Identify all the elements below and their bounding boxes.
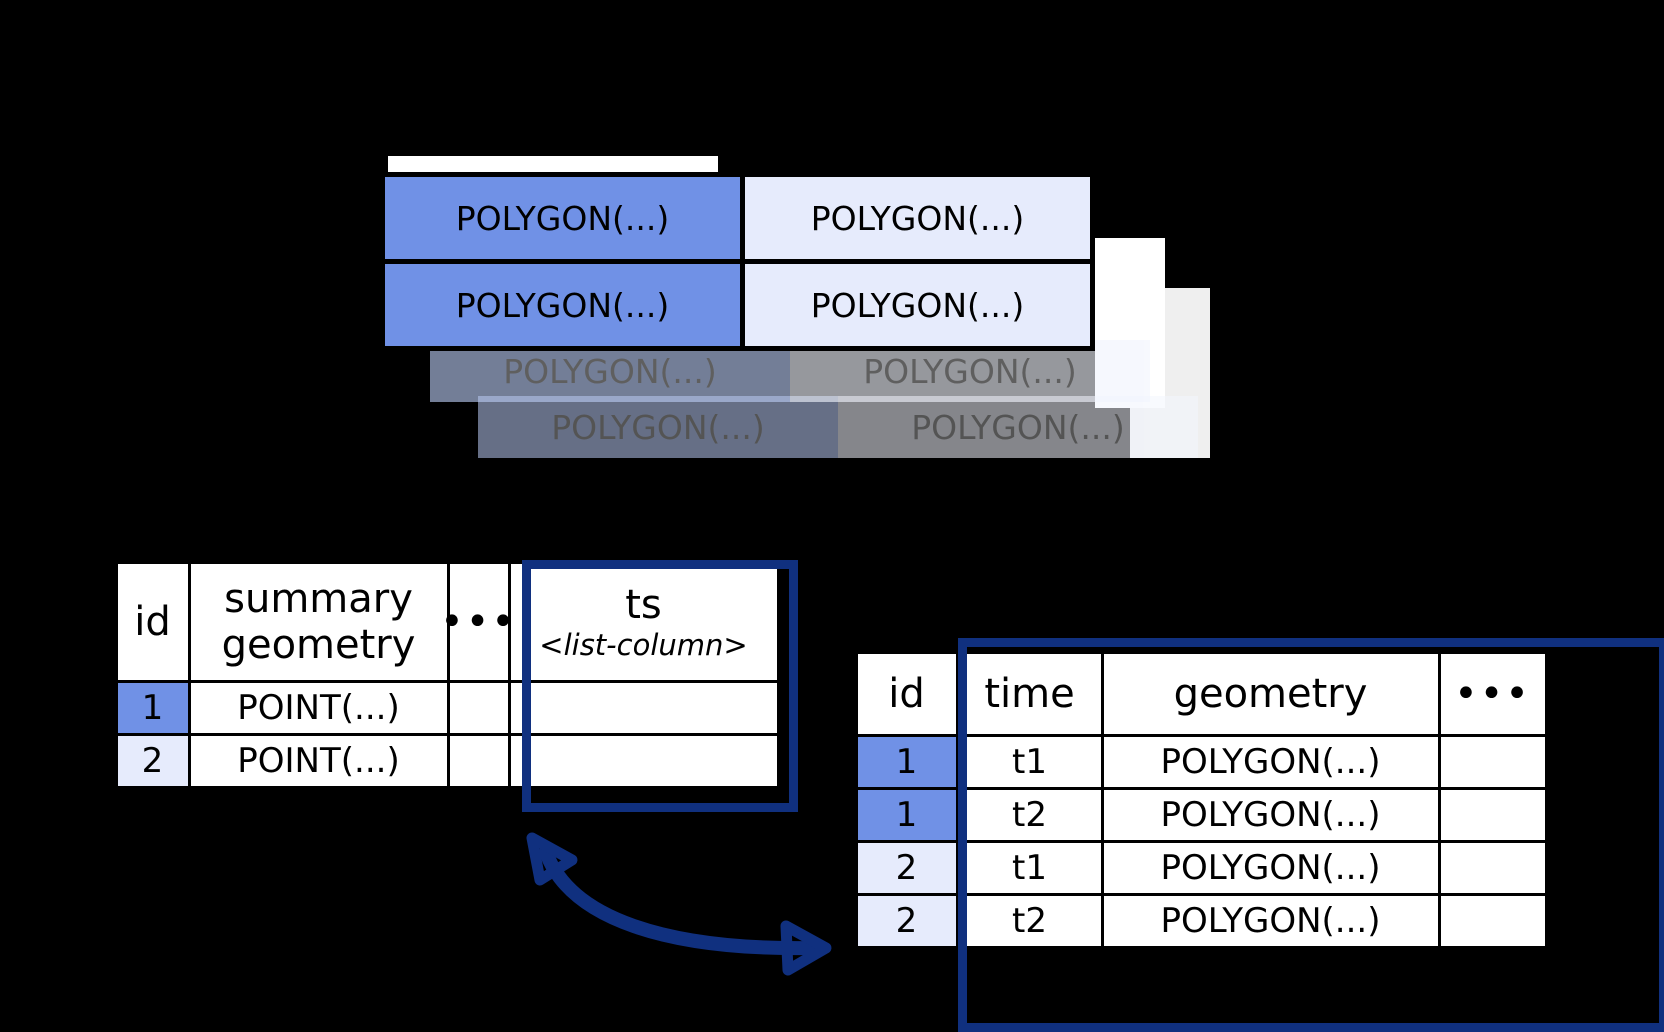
cell-summary-geometry: POINT(...) — [187, 732, 450, 789]
cell-geometry: POLYGON(...) — [1100, 839, 1441, 896]
cell-id: 1 — [854, 733, 959, 790]
cell-id: 2 — [114, 732, 191, 789]
column-header-id: id — [854, 650, 959, 737]
cell-geometry: POLYGON(...) — [1100, 786, 1441, 843]
stack-row: POLYGON(...) POLYGON(...) — [385, 177, 1090, 259]
table-row: 2 POINT(...) — [114, 732, 780, 789]
column-header-id: id — [114, 560, 191, 683]
diagram-canvas: POLYGON(...) POLYGON(...) POLYGON(...) P… — [0, 0, 1664, 1032]
column-header-ellipsis: ••• — [1437, 650, 1548, 737]
cell-ellipsis — [1437, 892, 1548, 949]
stack-cell-geometry: POLYGON(...) — [740, 177, 1090, 259]
column-header-geometry: geometry — [1100, 650, 1441, 737]
column-header-ellipsis: ••• — [440, 560, 515, 683]
stack-layer-back: POLYGON(...) POLYGON(...) — [478, 396, 1198, 458]
cell-id: 1 — [114, 679, 191, 736]
stack-cell-geometry: POLYGON(...) — [385, 264, 740, 346]
stack-cell-geometry: POLYGON(...) — [838, 396, 1198, 458]
column-header-summary-geometry: summary geometry — [187, 560, 450, 683]
stack-cell-geometry: POLYGON(...) — [478, 396, 838, 458]
stack-row: POLYGON(...) POLYGON(...) — [478, 396, 1198, 458]
table-header-row: id summary geometry ••• ts <list-column> — [114, 560, 780, 683]
cell-ellipsis — [446, 732, 511, 789]
cell-geometry: POLYGON(...) — [1100, 733, 1441, 790]
summary-table: id summary geometry ••• ts <list-column>… — [114, 560, 780, 789]
summary-geometry-line1: summary — [224, 575, 413, 622]
cell-ellipsis — [1437, 733, 1548, 790]
cell-ellipsis — [446, 679, 511, 736]
ts-label: ts — [625, 581, 662, 628]
ts-list-column-annotation: <list-column> — [539, 627, 748, 662]
cell-time: t2 — [955, 786, 1104, 843]
table-row: 2 t1 POLYGON(...) — [854, 839, 1548, 896]
table-row: 2 t2 POLYGON(...) — [854, 892, 1548, 949]
cell-ts — [507, 732, 780, 789]
bidirectional-curved-arrow — [526, 832, 832, 976]
arrow-curve — [539, 845, 817, 956]
cell-time: t2 — [955, 892, 1104, 949]
cell-summary-geometry: POINT(...) — [187, 679, 450, 736]
cell-ellipsis — [1437, 839, 1548, 896]
stack-row: POLYGON(...) POLYGON(...) — [385, 259, 1090, 346]
cell-ts — [507, 679, 780, 736]
stack-cell-geometry: POLYGON(...) — [740, 264, 1090, 346]
cell-ellipsis — [1437, 786, 1548, 843]
cell-time: t1 — [955, 839, 1104, 896]
table-row: 1 t2 POLYGON(...) — [854, 786, 1548, 843]
cell-time: t1 — [955, 733, 1104, 790]
cell-geometry: POLYGON(...) — [1100, 892, 1441, 949]
column-header-time: time — [955, 650, 1104, 737]
column-header-ts: ts <list-column> — [507, 560, 780, 683]
timeseries-table: id time geometry ••• 1 t1 POLYGON(...) 1… — [854, 650, 1548, 949]
table-row: 1 t1 POLYGON(...) — [854, 733, 1548, 790]
stack-layer-front: POLYGON(...) POLYGON(...) POLYGON(...) P… — [380, 172, 1095, 351]
stack-cell-geometry: POLYGON(...) — [385, 177, 740, 259]
table-header-row: id time geometry ••• — [854, 650, 1548, 737]
table-row: 1 POINT(...) — [114, 679, 780, 736]
summary-geometry-line2: geometry — [221, 621, 416, 668]
